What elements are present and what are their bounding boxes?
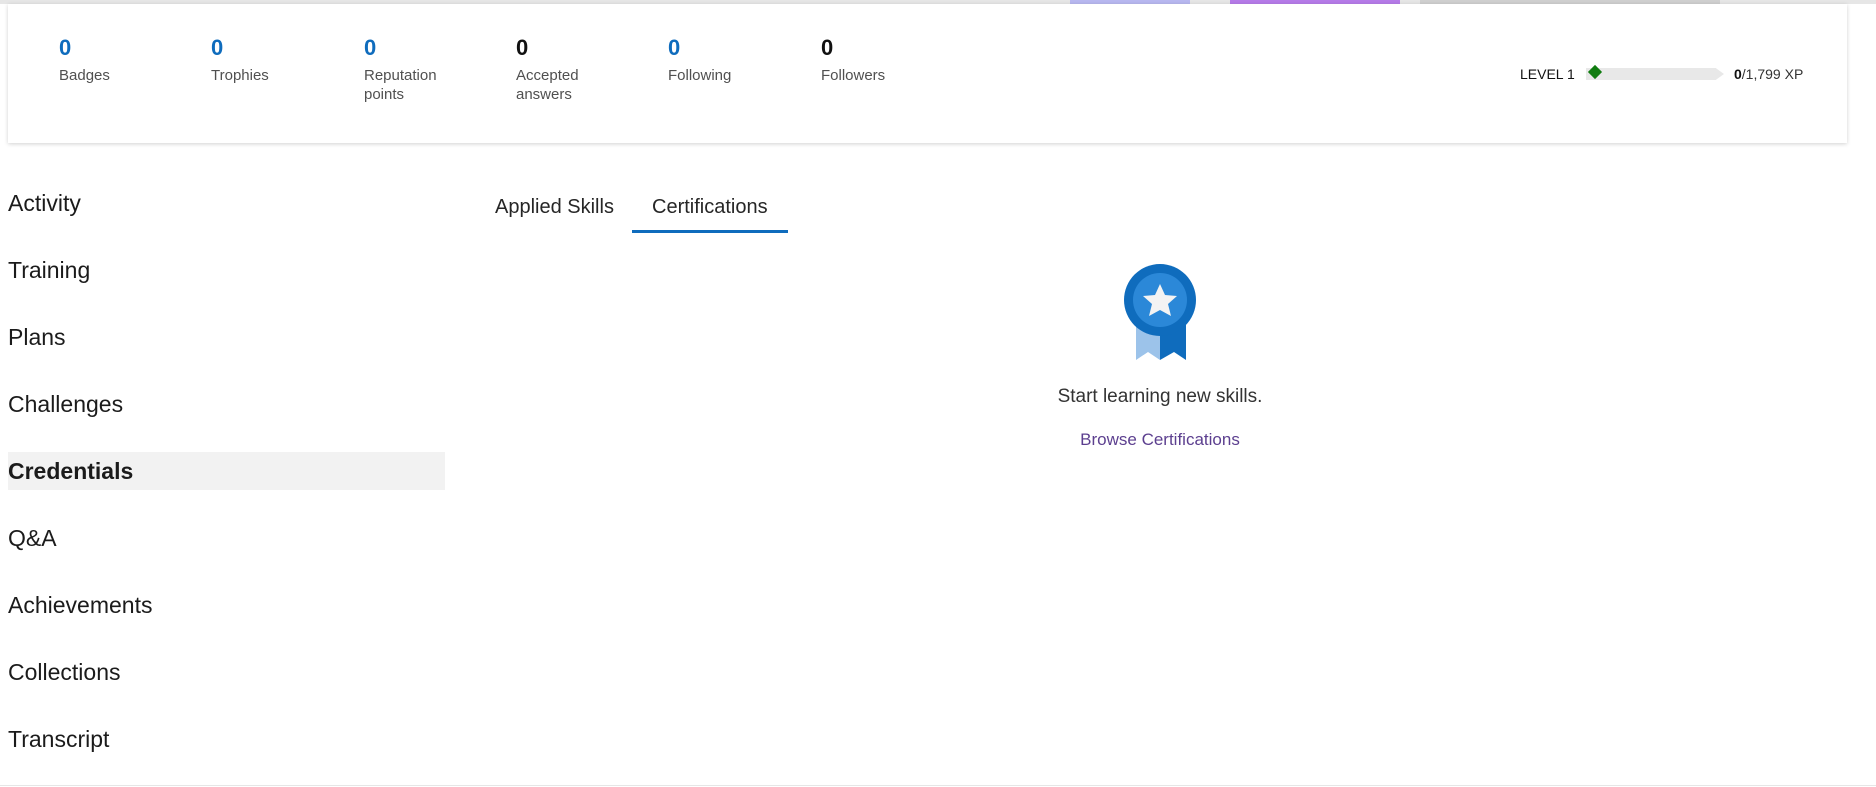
browse-certifications-link[interactable]: Browse Certifications bbox=[1080, 430, 1240, 450]
empty-state-message: Start learning new skills. bbox=[1057, 386, 1263, 407]
xp-readout: 0/1,799 XP bbox=[1734, 66, 1803, 82]
empty-state: Start learning new skills. Browse Certif… bbox=[960, 264, 1360, 450]
stat-accepted-answers: 0 Accepted answers bbox=[516, 34, 646, 104]
profile-sidebar-nav: Activity Training Plans Challenges Crede… bbox=[8, 184, 445, 787]
tab-certifications[interactable]: Certifications bbox=[632, 190, 788, 233]
sidebar-item-activity[interactable]: Activity bbox=[8, 184, 445, 222]
stat-followers: 0 Followers bbox=[821, 34, 951, 85]
sidebar-item-credentials[interactable]: Credentials bbox=[8, 452, 445, 490]
stat-value: 0 bbox=[821, 35, 834, 60]
sidebar-item-achievements[interactable]: Achievements bbox=[8, 586, 445, 624]
xp-progress-bar bbox=[1586, 68, 1724, 80]
stat-badges[interactable]: 0 Badges bbox=[59, 34, 189, 85]
stat-following[interactable]: 0 Following bbox=[668, 34, 798, 85]
divider bbox=[0, 785, 1876, 786]
stat-trophies[interactable]: 0 Trophies bbox=[211, 34, 341, 85]
stat-label: Badges bbox=[59, 67, 110, 84]
certification-ribbon-icon bbox=[1124, 264, 1196, 360]
xp-total: /1,799 XP bbox=[1741, 66, 1804, 82]
profile-stats-card: 0 Badges 0 Trophies 0 Reputation points … bbox=[8, 4, 1847, 143]
stat-value: 0 bbox=[211, 35, 224, 60]
stat-label: Trophies bbox=[211, 67, 269, 84]
stat-label: Following bbox=[668, 67, 732, 84]
stat-label: Followers bbox=[821, 67, 886, 84]
xp-current: 0 bbox=[1734, 66, 1742, 82]
sidebar-item-plans[interactable]: Plans bbox=[8, 318, 445, 356]
stat-reputation-points[interactable]: 0 Reputation points bbox=[364, 34, 494, 104]
stat-value: 0 bbox=[59, 35, 72, 60]
stat-label: Accepted answers bbox=[516, 67, 579, 103]
sidebar-item-collections[interactable]: Collections bbox=[8, 653, 445, 691]
stat-value: 0 bbox=[668, 35, 681, 60]
sidebar-item-training[interactable]: Training bbox=[8, 251, 445, 289]
stat-value: 0 bbox=[364, 35, 377, 60]
stat-value: 0 bbox=[516, 35, 529, 60]
tab-applied-skills[interactable]: Applied Skills bbox=[478, 190, 631, 230]
sidebar-item-qa[interactable]: Q&A bbox=[8, 519, 445, 557]
level-label: LEVEL 1 bbox=[1520, 66, 1575, 82]
sidebar-item-transcript[interactable]: Transcript bbox=[8, 720, 445, 758]
sidebar-item-challenges[interactable]: Challenges bbox=[8, 385, 445, 423]
stat-label: Reputation points bbox=[364, 67, 437, 103]
